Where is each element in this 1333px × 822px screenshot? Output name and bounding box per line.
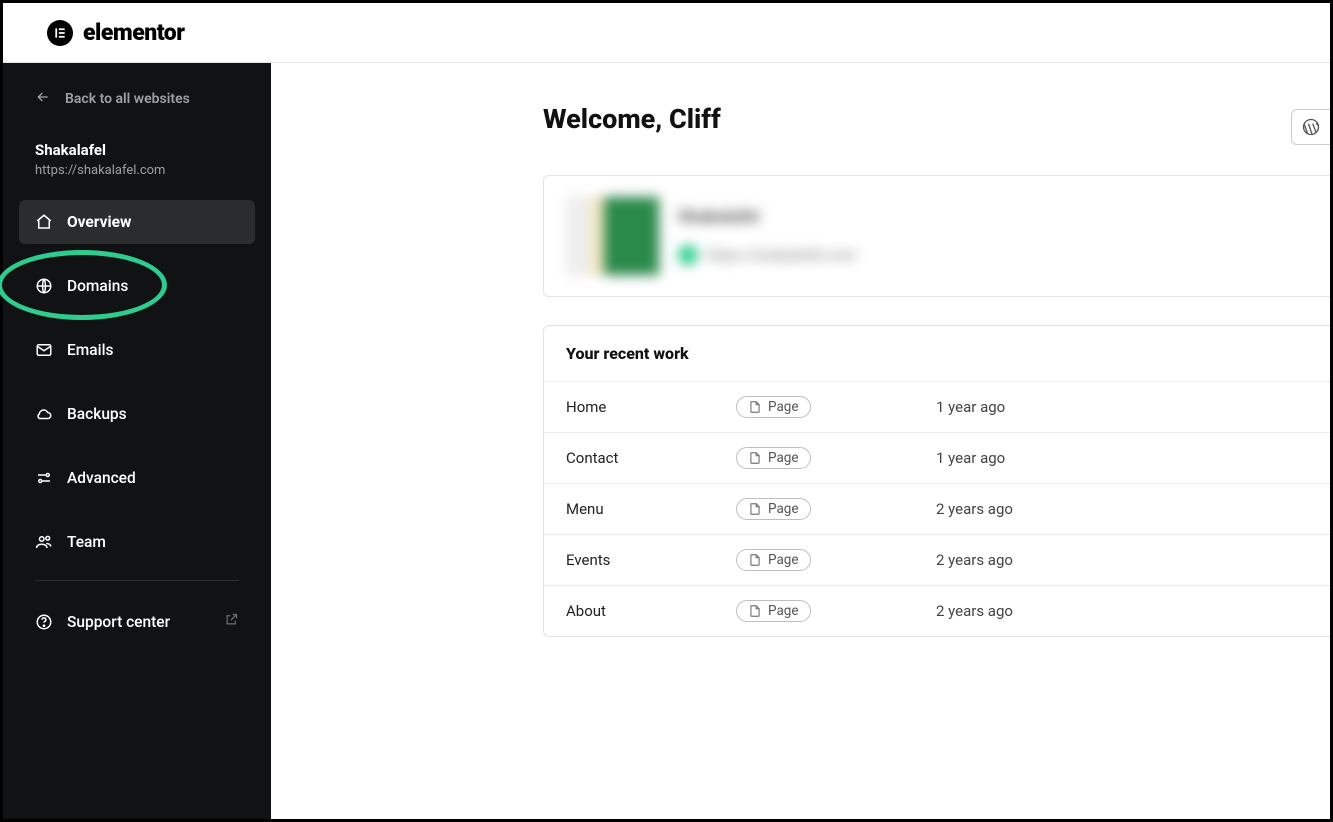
row-name: About	[566, 602, 736, 620]
row-type-label: Page	[768, 603, 799, 619]
page-icon	[748, 502, 762, 516]
row-type-label: Page	[768, 552, 799, 568]
sidebar-item-domains[interactable]: Domains	[19, 264, 255, 308]
row-type-pill[interactable]: Page	[736, 549, 811, 571]
table-row[interactable]: Menu Page 2 years ago	[544, 484, 1330, 535]
sidebar-item-label: Backups	[67, 405, 127, 423]
sidebar: Back to all websites Shakalafel https://…	[3, 63, 271, 819]
sidebar-site-name: Shakalafel	[35, 141, 239, 159]
site-card-url: https://shakalafel.com	[706, 246, 857, 264]
sidebar-item-backups[interactable]: Backups	[19, 392, 255, 436]
mail-icon	[35, 341, 53, 359]
secure-icon	[678, 245, 698, 265]
row-time: 2 years ago	[936, 500, 1330, 518]
site-card[interactable]: Shakalafel https://shakalafel.com	[543, 175, 1330, 297]
back-to-websites[interactable]: Back to all websites	[19, 85, 255, 113]
external-link-icon	[224, 612, 239, 631]
table-row[interactable]: Events Page 2 years ago	[544, 535, 1330, 586]
brand-name: elementor	[83, 19, 184, 46]
row-type-pill[interactable]: Page	[736, 498, 811, 520]
table-row[interactable]: Contact Page 1 year ago	[544, 433, 1330, 484]
sidebar-item-support[interactable]: Support center	[19, 599, 255, 644]
cloud-icon	[35, 405, 53, 423]
row-name: Events	[566, 551, 736, 569]
page-icon	[748, 604, 762, 618]
recent-work-header: Your recent work	[544, 326, 1330, 382]
row-name: Contact	[566, 449, 736, 467]
row-time: 2 years ago	[936, 602, 1330, 620]
sidebar-item-label: Emails	[67, 341, 114, 359]
page-icon	[748, 451, 762, 465]
sidebar-item-label: Advanced	[67, 469, 136, 487]
row-name: Home	[566, 398, 736, 416]
row-name: Menu	[566, 500, 736, 518]
row-type-label: Page	[768, 399, 799, 415]
row-time: 2 years ago	[936, 551, 1330, 569]
table-row[interactable]: About Page 2 years ago	[544, 586, 1330, 636]
sidebar-site-block: Shakalafel https://shakalafel.com	[19, 141, 255, 200]
help-icon	[35, 613, 53, 631]
site-card-url-row: https://shakalafel.com	[678, 245, 1330, 265]
globe-icon	[35, 277, 53, 295]
row-type-pill[interactable]: Page	[736, 600, 811, 622]
users-icon	[35, 533, 53, 551]
table-row[interactable]: Home Page 1 year ago	[544, 382, 1330, 433]
sidebar-item-overview[interactable]: Overview	[19, 200, 255, 244]
brand[interactable]: elementor	[47, 19, 184, 46]
row-time: 1 year ago	[936, 398, 1330, 416]
row-time: 1 year ago	[936, 449, 1330, 467]
sidebar-item-label: Team	[67, 533, 106, 551]
main: Welcome, Cliff Shakalafel https://shakal…	[271, 63, 1330, 819]
sidebar-nav: Overview Domains Emails Backups	[19, 200, 255, 644]
brand-icon	[47, 20, 73, 46]
sidebar-item-label: Support center	[67, 613, 170, 631]
row-type-label: Page	[768, 501, 799, 517]
back-label: Back to all websites	[65, 91, 190, 107]
home-icon	[35, 213, 53, 231]
page-icon	[748, 400, 762, 414]
recent-work-card: Your recent work Home Page 1 year ago Co…	[543, 325, 1330, 637]
row-type-pill[interactable]: Page	[736, 396, 811, 418]
sidebar-site-url: https://shakalafel.com	[35, 163, 239, 178]
sidebar-item-label: Domains	[67, 277, 128, 295]
topbar: elementor	[3, 3, 1330, 63]
row-type-pill[interactable]: Page	[736, 447, 811, 469]
sliders-icon	[35, 469, 53, 487]
sidebar-item-emails[interactable]: Emails	[19, 328, 255, 372]
sidebar-item-advanced[interactable]: Advanced	[19, 456, 255, 500]
sidebar-item-label: Overview	[67, 213, 131, 231]
arrow-left-icon	[35, 89, 51, 109]
wordpress-button[interactable]	[1291, 109, 1330, 145]
page-icon	[748, 553, 762, 567]
sidebar-divider	[35, 580, 239, 581]
site-card-title: Shakalafel	[678, 207, 1330, 227]
row-type-label: Page	[768, 450, 799, 466]
sidebar-item-team[interactable]: Team	[19, 520, 255, 564]
site-thumbnail	[566, 196, 660, 276]
page-title: Welcome, Cliff	[543, 103, 1330, 135]
